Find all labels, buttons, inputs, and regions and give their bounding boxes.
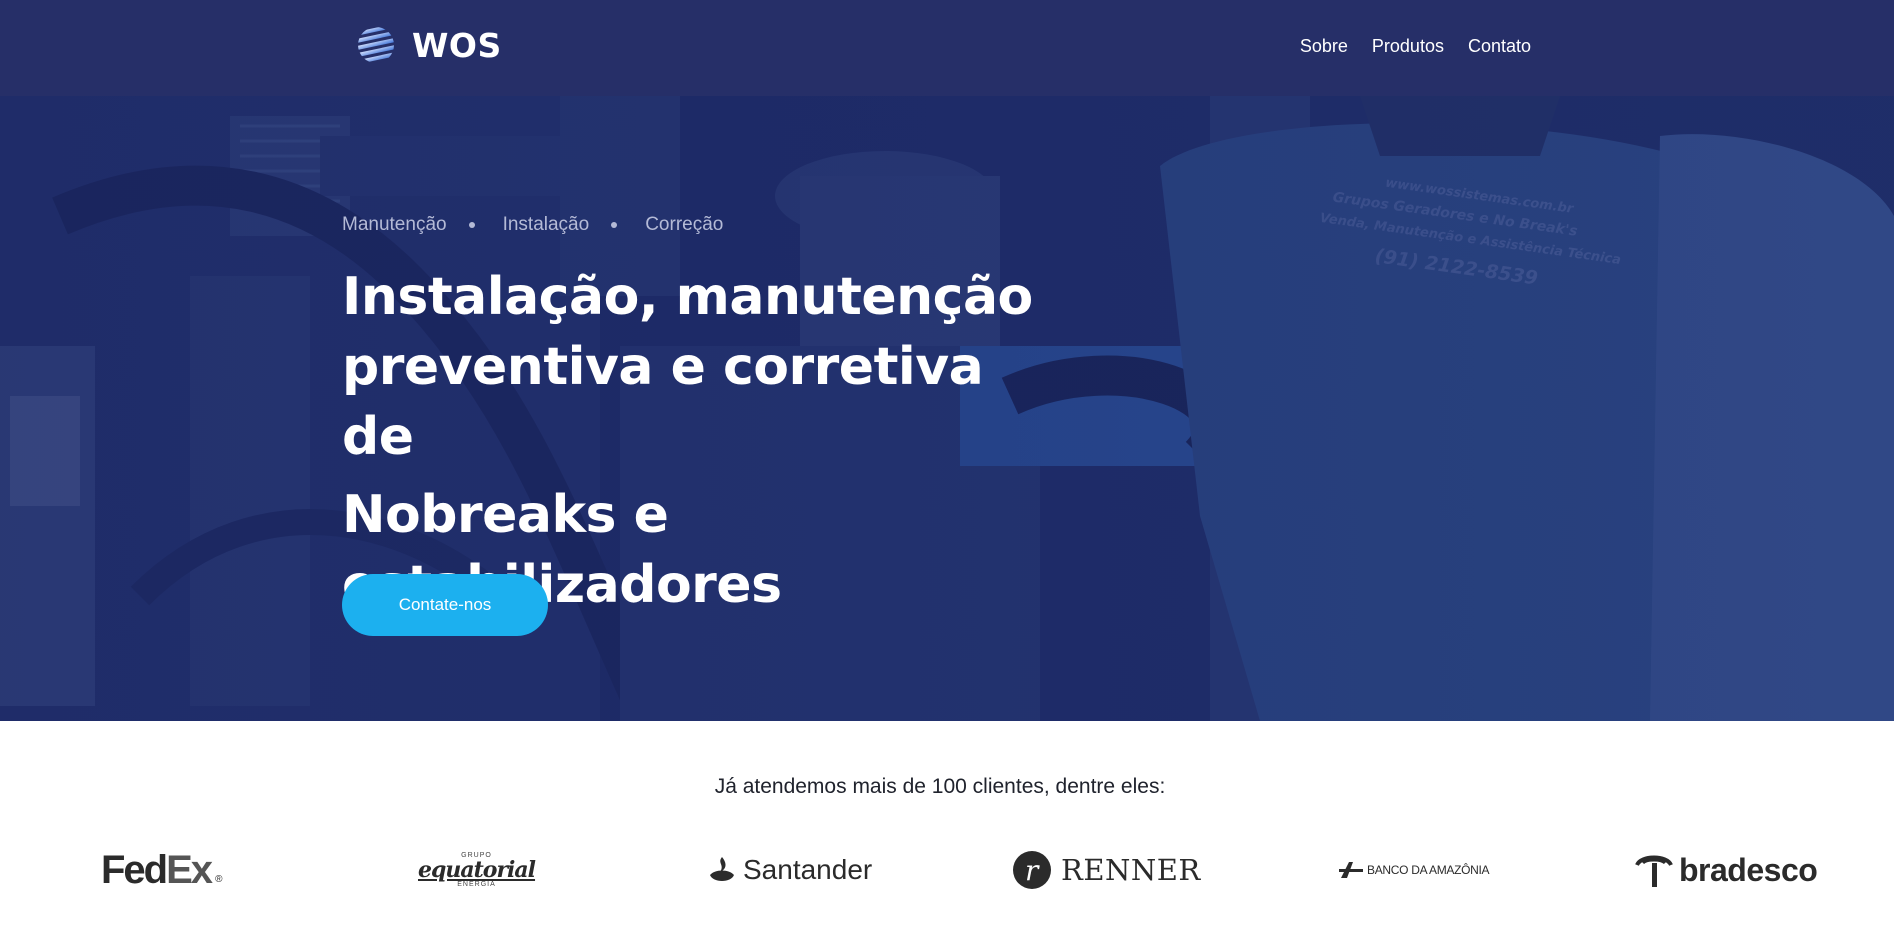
tag-manutencao: Manutenção [342, 214, 447, 235]
tag-separator-dot [611, 222, 618, 228]
equatorial-logo: GRUPO equatorial ENERGIA [418, 852, 536, 888]
santander-logo: Santander [707, 840, 872, 900]
globe-icon [358, 27, 394, 63]
bradesco-tree-icon [1635, 855, 1673, 887]
tag-instalacao: Instalação [502, 214, 590, 235]
banco-amazonia-mark-icon [1339, 862, 1363, 878]
hero-content: Manutenção Instalação Correção Instalaçã… [342, 210, 1042, 636]
client-logos: Fed Ex ® GRUPO equatorial ENERGIA Santande… [0, 840, 1894, 900]
nav-link-contato[interactable]: Contato [1468, 36, 1531, 57]
renner-logo: r RENNER [1013, 840, 1201, 900]
santander-flame-icon [710, 857, 734, 881]
tag-separator-dot [468, 222, 475, 228]
nav-link-produtos[interactable]: Produtos [1372, 36, 1444, 57]
nav-link-sobre[interactable]: Sobre [1300, 36, 1348, 57]
service-tags: Manutenção Instalação Correção [342, 210, 1042, 240]
banco-da-amazonia-logo: BANCO DA AMAZÔNIA [1339, 840, 1490, 900]
bradesco-logo: bradesco [1633, 840, 1818, 900]
hero-section: www.wossistemas.com.br Grupos Geradores … [0, 96, 1894, 721]
site-header: WOS Sobre Produtos Contato [0, 0, 1894, 96]
tag-correcao: Correção [645, 214, 724, 235]
fedex-logo: Fed Ex ® [101, 847, 223, 892]
main-nav: Sobre Produtos Contato [1300, 36, 1531, 57]
hero-headline: Instalação, manutenção preventiva e corr… [342, 262, 1042, 620]
brand-logo[interactable]: WOS [356, 25, 502, 65]
headline-part-1: Instalação, manutenção preventiva e corr… [342, 267, 1033, 467]
clients-heading: Já atendemos mais de 100 clientes, dentr… [714, 775, 1166, 798]
renner-r-icon: r [1013, 851, 1051, 889]
contact-cta-button[interactable]: Contate-nos [342, 574, 548, 636]
brand-name: WOS [412, 25, 502, 65]
